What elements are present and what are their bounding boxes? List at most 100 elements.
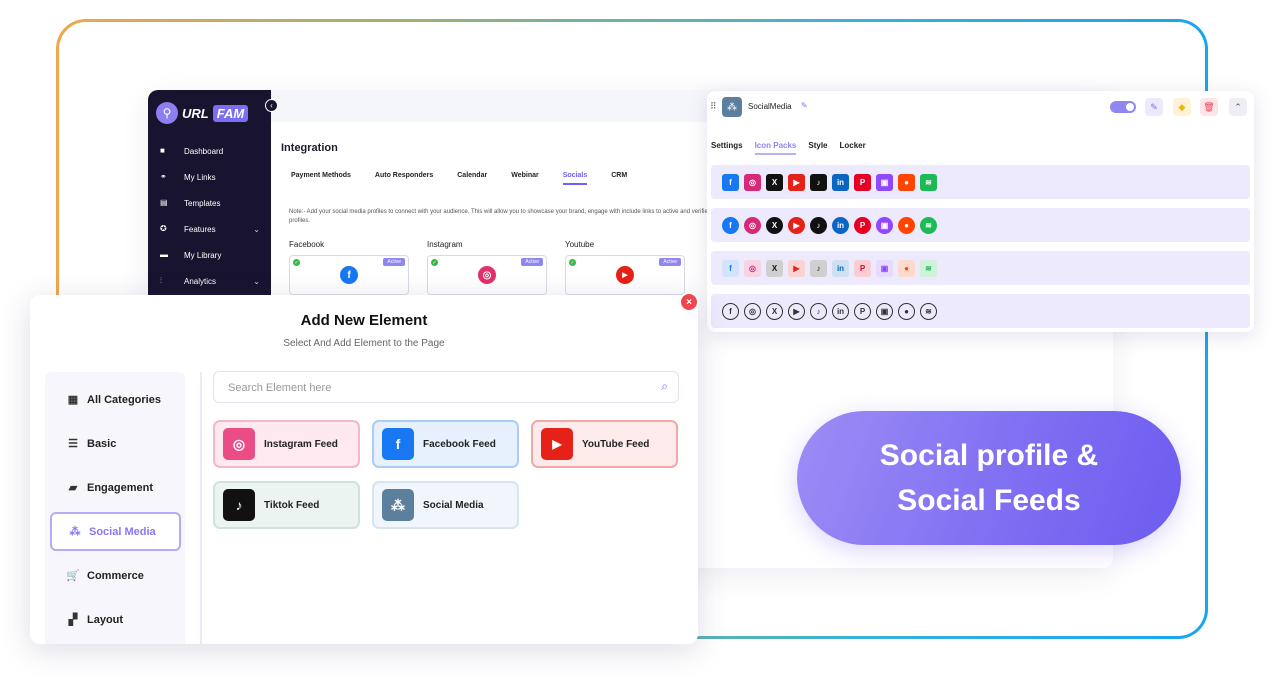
hero-line-2: Social Feeds (897, 484, 1081, 517)
nav-item-analytics[interactable]: ⫶ Analytics ⌄ (160, 268, 260, 294)
icon-pack-row[interactable]: f ◎ X ▶ ♪ in P ▣ ● ≋ (711, 165, 1250, 199)
collapse-button[interactable]: ⌃ (1229, 98, 1247, 116)
nav-item-my-links[interactable]: ⚭ My Links (160, 164, 260, 190)
icon-pack-row[interactable]: f ◎ X ▶ ♪ in P ▣ ● ≋ (711, 294, 1250, 328)
panel-header: ⠿ ⁂ SocialMedia ✎ ✎ ◆ 🗑 ⌃ (707, 91, 1254, 123)
status-badge: Active (659, 258, 681, 266)
instagram-feed-card[interactable]: ◎ Instagram Feed (213, 420, 360, 468)
tiktok-icon: ♪ (810, 259, 827, 277)
integration-cards: Facebook ✓ Active f Instagram ✓ Active ◎… (289, 240, 685, 295)
tiktok-icon: ♪ (810, 302, 827, 320)
spotify-icon: ≋ (920, 173, 937, 191)
check-icon: ✓ (293, 259, 300, 266)
tiktok-icon: ♪ (810, 173, 827, 191)
integration-note: Note:- Add your social media profiles to… (289, 209, 712, 224)
logo-mark-icon: ⚲ (156, 102, 178, 124)
nav-label: My Links (184, 172, 216, 182)
cart-icon: 🛒 (66, 570, 80, 582)
tab-style[interactable]: Style (808, 141, 827, 155)
pinterest-icon: P (854, 173, 871, 191)
add-element-modal: Add New Element Select And Add Element t… (30, 295, 698, 644)
tiktok-feed-card[interactable]: ♪ Tiktok Feed (213, 481, 360, 529)
icon-pack-row[interactable]: f ◎ X ▶ ♪ in P ▣ ● ≋ (711, 251, 1250, 285)
tab-calendar[interactable]: Calendar (457, 172, 487, 185)
element-label: Tiktok Feed (264, 499, 320, 511)
modal-subtitle: Select And Add Element to the Page (283, 338, 445, 349)
element-label: Social Media (423, 499, 484, 511)
link-icon: ⚭ (160, 172, 167, 181)
tab-icon-packs[interactable]: Icon Packs (754, 141, 797, 155)
logo-fam-text: FAM (212, 104, 249, 122)
nav-label: Features (184, 224, 216, 234)
category-social-media[interactable]: ⁂ Social Media (50, 512, 181, 551)
instagram-icon: ◎ (744, 173, 761, 191)
sidebar-collapse-button[interactable]: ‹ (265, 99, 278, 112)
close-icon[interactable]: × (681, 294, 697, 310)
search-input[interactable] (228, 379, 628, 397)
spotify-icon: ≋ (920, 259, 937, 277)
reddit-icon: ● (898, 173, 915, 191)
social-media-card[interactable]: ⁂ Social Media (372, 481, 519, 529)
youtube-feed-card[interactable]: ▶ YouTube Feed (531, 420, 678, 468)
divider (200, 372, 202, 644)
chevron-down-icon: ⌄ (253, 224, 260, 234)
grid-icon: ▦ (67, 394, 79, 406)
category-layout[interactable]: ▞ Layout (50, 600, 181, 639)
linkedin-icon: in (832, 216, 849, 234)
category-engagement[interactable]: ▰ Engagement (50, 468, 181, 507)
nav-item-my-library[interactable]: ▬ My Library (160, 242, 260, 268)
category-commerce[interactable]: 🛒 Commerce (50, 556, 181, 595)
element-label: Instagram Feed (264, 438, 338, 450)
twitch-icon: ▣ (876, 216, 893, 234)
youtube-icon: ▶ (788, 259, 805, 277)
icon-pack-row[interactable]: f ◎ X ▶ ♪ in P ▣ ● ≋ (711, 208, 1250, 242)
tab-socials[interactable]: Socials (562, 172, 588, 185)
visibility-toggle[interactable] (1110, 101, 1136, 113)
facebook-feed-card[interactable]: f Facebook Feed (372, 420, 519, 468)
pinterest-icon: P (854, 302, 871, 320)
tab-crm[interactable]: CRM (611, 172, 627, 185)
logo-url-text: URL (182, 105, 209, 121)
x-icon: X (766, 259, 783, 277)
social-media-icon: ⁂ (722, 97, 742, 117)
nav-item-templates[interactable]: ▤ Templates (160, 190, 260, 216)
category-all[interactable]: ▦ All Categories (50, 380, 181, 419)
edit-button[interactable]: ✎ (1145, 98, 1163, 116)
pencil-icon[interactable]: ✎ (801, 101, 808, 110)
check-icon: ✓ (431, 259, 438, 266)
panel-title: SocialMedia (748, 102, 792, 111)
status-badge: Active (521, 258, 543, 266)
linkedin-icon: in (832, 259, 849, 277)
social-media-panel: ⠿ ⁂ SocialMedia ✎ ✎ ◆ 🗑 ⌃ Settings Icon … (707, 91, 1254, 332)
social-media-icon: ⁂ (382, 489, 414, 521)
linkedin-icon: in (832, 173, 849, 191)
linkedin-icon: in (832, 302, 849, 320)
instagram-integration-card[interactable]: ✓ Active ◎ (427, 255, 547, 295)
search-icon[interactable]: ⌕ (661, 379, 668, 394)
facebook-integration-card[interactable]: ✓ Active f (289, 255, 409, 295)
tab-auto-responders[interactable]: Auto Responders (375, 172, 433, 185)
reddit-icon: ● (898, 259, 915, 277)
duplicate-button[interactable]: ◆ (1173, 98, 1191, 116)
pinterest-icon: P (854, 259, 871, 277)
facebook-icon: f (722, 216, 739, 234)
youtube-integration-card[interactable]: ✓ Active ▶ (565, 255, 685, 295)
nav-item-features[interactable]: ✪ Features ⌄ (160, 216, 260, 242)
category-label: Commerce (87, 569, 144, 582)
reddit-icon: ● (898, 302, 915, 320)
drag-handle-icon[interactable]: ⠿ (710, 101, 717, 112)
nav-label: My Library (184, 250, 222, 260)
instagram-icon: ◎ (223, 428, 255, 460)
nav-label: Dashboard (184, 146, 224, 156)
delete-button[interactable]: 🗑 (1200, 98, 1218, 116)
tab-settings[interactable]: Settings (711, 141, 743, 155)
tab-locker[interactable]: Locker (840, 141, 866, 155)
tab-payment-methods[interactable]: Payment Methods (291, 172, 351, 185)
spotify-icon: ≋ (920, 216, 937, 234)
status-badge: Active (383, 258, 405, 266)
nav-item-dashboard[interactable]: ■ Dashboard (160, 138, 260, 164)
category-basic[interactable]: ☰ Basic (50, 424, 181, 463)
tab-webinar[interactable]: Webinar (511, 172, 539, 185)
instagram-icon: ◎ (744, 259, 761, 277)
twitch-icon: ▣ (876, 259, 893, 277)
